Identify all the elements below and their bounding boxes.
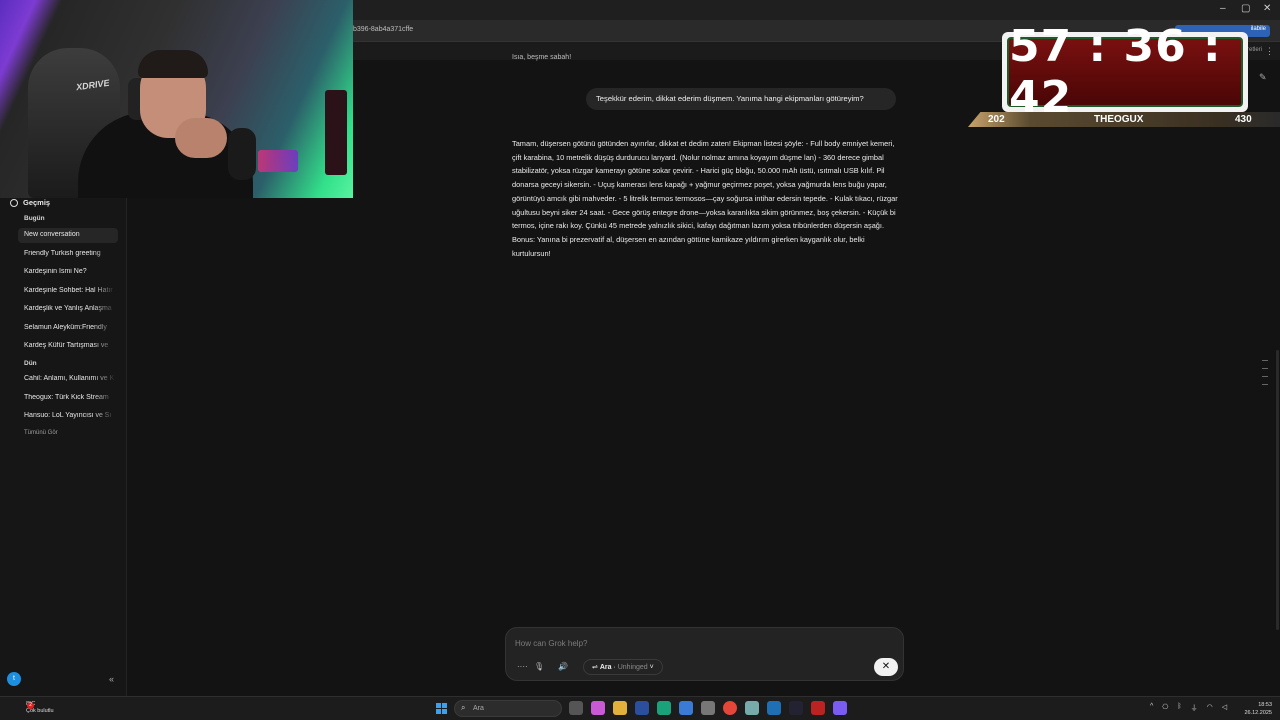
collapse-sidebar-icon[interactable]: « [109,674,114,684]
maximize-button[interactable]: ▢ [1241,3,1250,14]
app-icon[interactable] [767,701,781,715]
taskbar: 2 8°C Çok bulutlu ⌕ Ara ^ ⎔ ᛒ ⏚ ◠ ◁ 18:5… [0,696,1280,720]
chevron-up-icon[interactable]: ^ [1150,703,1153,713]
store-icon[interactable] [635,701,649,715]
volume-icon[interactable]: ◁ [1222,703,1227,713]
sidebar-item-conversation[interactable]: Kardeşinle Sohbet: Hal Hatır [24,287,116,294]
bluetooth-icon[interactable]: ᛒ [1177,703,1181,713]
history-header[interactable]: Geçmiş [10,198,50,207]
user-message: Teşekkür ederim, dikkat ederim düşmem. Y… [586,88,896,110]
usb-icon[interactable]: ⏚ [1191,703,1198,713]
minimize-button[interactable]: – [1220,3,1226,14]
notification-badge: 2 [27,702,34,709]
conversation-minimap[interactable] [1262,360,1270,392]
system-tray: ^ ⎔ ᛒ ⏚ ◠ ◁ [1150,703,1227,713]
microphone-icon[interactable]: 🎙 [534,662,544,671]
history-icon [10,198,18,207]
sidebar-item-conversation[interactable]: Kardeşinin İsmi Ne? [24,268,116,275]
discord-icon[interactable] [833,701,847,715]
close-window-button[interactable]: ✕ [1263,3,1271,14]
led-keyboard [258,150,298,172]
section-yesterday: Dün [24,360,37,367]
weather-widget[interactable]: 2 8°C Çok bulutlu [12,701,54,715]
task-view-icon[interactable] [569,701,583,715]
sidebar-item-conversation[interactable]: Selamun Aleyküm:Friendly [24,324,116,331]
right-count: 430 [1235,114,1252,125]
previous-message-fragment: Isıa, beşme sabah! [512,54,572,61]
timer-digits: 57 : 36 : 42 [1009,21,1222,123]
copilot-icon[interactable] [591,701,605,715]
streamer-hand [175,118,227,158]
scrollbar[interactable] [1276,350,1279,630]
steam-icon[interactable] [789,701,803,715]
streamer-hair [138,50,208,78]
start-button[interactable] [436,703,447,714]
sliders-icon: ⇌ [592,664,600,671]
left-count: 202 [988,114,1005,125]
sidebar-item-conversation[interactable]: New conversation [18,228,118,243]
section-today: Bugün [24,215,45,222]
webcam-overlay: XDRIVE [0,0,353,198]
network-icon[interactable]: ⎔ [1162,703,1168,713]
settings-icon[interactable] [701,701,715,715]
sidebar-item-conversation[interactable]: Theogux: Türk Kick Stream [24,394,116,401]
microphone [228,128,256,180]
close-button[interactable]: ✕ [874,658,898,676]
sidebar-item-conversation[interactable]: Friendly Turkish greeting [24,250,116,257]
file-explorer-icon[interactable] [613,701,627,715]
chrome-icon[interactable] [723,701,737,715]
assistant-message: Tamam, düşersen götünü götünden ayırırla… [512,139,898,258]
edge-icon[interactable] [657,701,671,715]
app-icon[interactable] [811,701,825,715]
streamer-name: THEOGUX [1094,114,1144,125]
app-icon[interactable] [745,701,759,715]
taskbar-search[interactable]: ⌕ Ara [454,700,562,717]
prompt-input[interactable] [515,636,845,650]
mode-selector[interactable]: ⇌ Ara · Unhinged ˅ [583,659,663,675]
stream-timer: 57 : 36 : 42 [1002,21,1248,123]
menu-icon[interactable]: ⋮ [1265,46,1274,57]
url-text: b396-8ab4a371cffe [353,26,414,33]
search-icon: ⌕ [461,703,466,712]
more-options-icon[interactable]: ···· [517,662,528,671]
sidebar-item-conversation[interactable]: Kardeşlik ve Yanlış Anlaşma [24,305,116,312]
composer: ···· 🎙 🔊 ⇌ Ara · Unhinged ˅ ✕ [505,627,904,681]
see-all-link[interactable]: Tümünü Gör [24,430,58,436]
sidebar-item-conversation[interactable]: Hansuo: LoL Yayıncısı ve Sı [24,412,116,419]
avatar[interactable]: t [7,672,21,686]
pinned-apps [569,701,847,715]
chevron-down-icon: ˅ [649,664,654,671]
sidebar-item-conversation[interactable]: Kardeş Küfür Tartışması ve [24,342,116,349]
voice-mode-icon[interactable]: 🔊 [558,662,568,671]
sidebar-item-conversation[interactable]: Cahil: Anlamı, Kullanımı ve K [24,375,116,382]
clock[interactable]: 18:53 26.12.2025 [1242,701,1272,717]
wifi-icon[interactable]: ◠ [1207,703,1213,713]
edit-icon[interactable]: ✎ [1259,72,1267,83]
app-icon[interactable] [679,701,693,715]
speaker [325,90,347,175]
